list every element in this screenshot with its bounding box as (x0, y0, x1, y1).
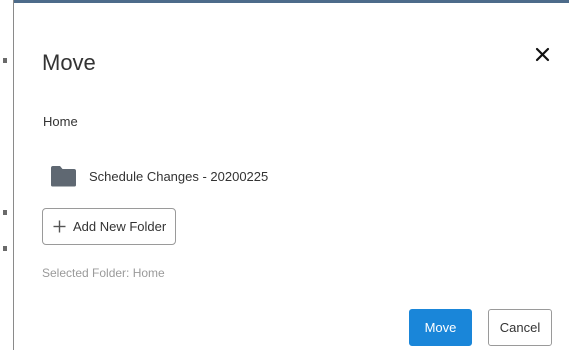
background-window-left (0, 0, 14, 350)
folder-name: Schedule Changes - 20200225 (89, 168, 269, 184)
move-dialog: Move Home Schedule Changes - 20200225 Ad… (14, 4, 569, 350)
close-icon (535, 47, 550, 62)
close-button[interactable] (532, 44, 554, 66)
background-window-edge (0, 0, 569, 3)
folder-item[interactable]: Schedule Changes - 20200225 (50, 162, 268, 190)
move-button[interactable]: Move (409, 309, 472, 346)
background-mark (3, 58, 7, 63)
background-mark (3, 210, 7, 215)
background-mark (3, 246, 7, 251)
folder-icon (51, 166, 76, 187)
cancel-button[interactable]: Cancel (488, 309, 552, 346)
add-new-folder-button[interactable]: Add New Folder (42, 208, 176, 245)
add-folder-label: Add New Folder (73, 219, 167, 234)
breadcrumb[interactable]: Home (43, 114, 78, 129)
selected-folder-status: Selected Folder: Home (42, 266, 165, 280)
plus-icon (53, 220, 66, 233)
dialog-title: Move (42, 50, 96, 75)
